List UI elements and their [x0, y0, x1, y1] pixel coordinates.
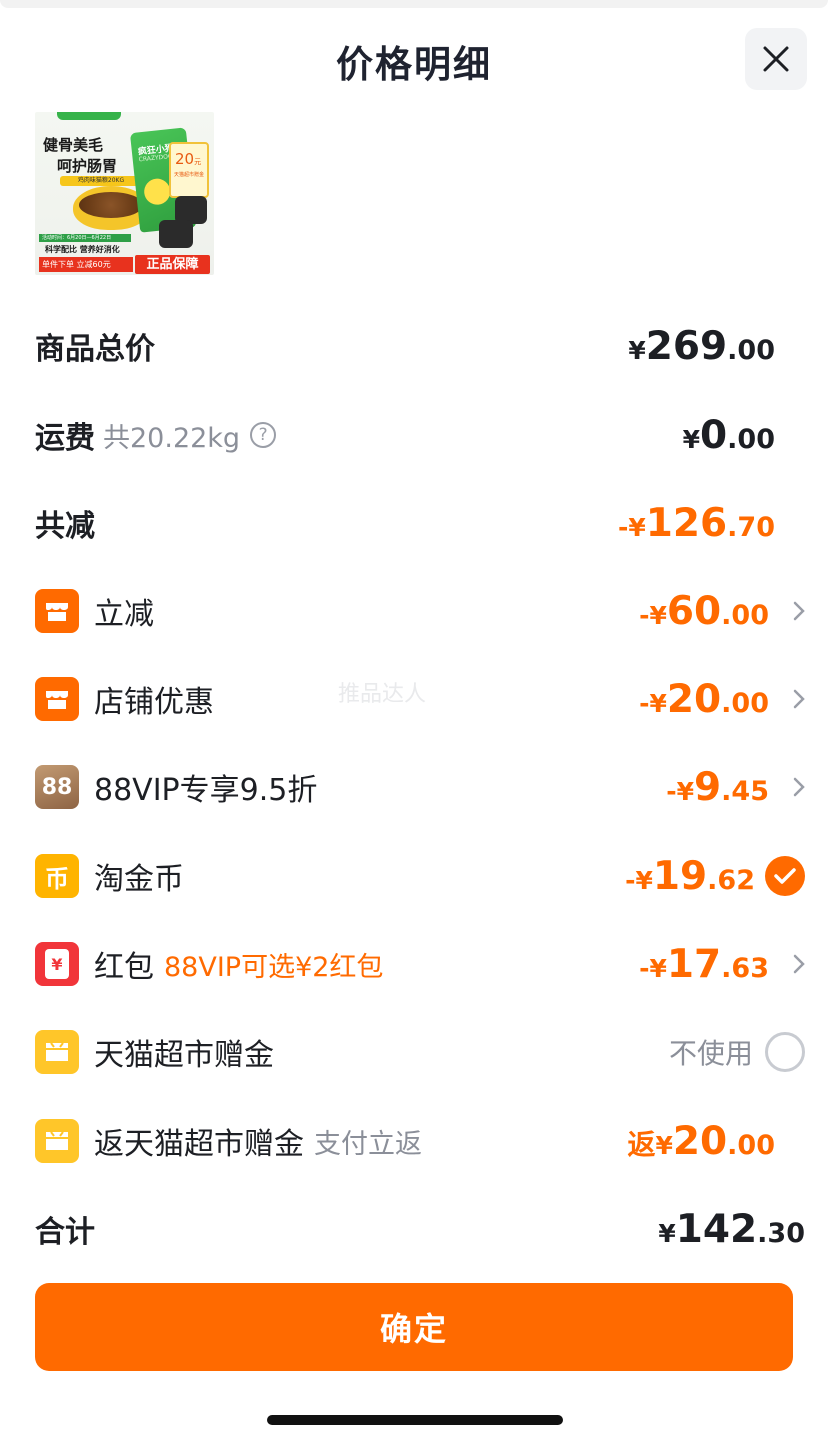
card-sub: 天猫超市赠金 — [174, 172, 205, 178]
discount-amount: - ¥20.00 — [639, 676, 769, 722]
discount-amount: - ¥17.63 — [639, 941, 769, 987]
help-icon[interactable]: ? — [250, 422, 277, 448]
total-price-label: 商品总价 — [35, 332, 155, 367]
product-image: 健骨美毛 呵护肠胃 鸡肉味猫粮20KG 疯狂小狗 CRAZYDOG 20元 天猫… — [35, 112, 214, 275]
grand-total-row: 合计 ¥142.30 — [35, 1199, 805, 1259]
chevron-right-icon — [775, 954, 805, 974]
card-number: 20 — [175, 150, 195, 168]
coin-icon: 币 — [35, 854, 79, 898]
shop-icon — [35, 677, 79, 721]
88vip-icon: 88 — [35, 765, 79, 809]
discount-label: 店铺优惠 — [94, 685, 214, 720]
tmall-cat-mascot-2 — [159, 220, 193, 248]
chevron-right-icon — [775, 689, 805, 709]
confirm-button[interactable]: 确定 — [35, 1283, 793, 1371]
kibble — [79, 192, 143, 218]
discount-label: 立减 — [94, 597, 154, 632]
total-discount-label: 共减 — [35, 509, 95, 544]
discount-label: 返天猫超市赠金 — [94, 1127, 304, 1162]
promo-text: 单件下单 立减60元 — [39, 257, 133, 272]
shipping-row: 运费 共20.22kg ? ¥0.00 — [35, 405, 805, 465]
total-price-amount: ¥269.00 — [628, 323, 775, 369]
discount-label: 红包 — [94, 950, 154, 985]
discount-row-instant[interactable]: 立减 - ¥60.00 — [35, 581, 805, 641]
image-slogan-1: 健骨美毛 — [43, 136, 104, 154]
image-subtitle: 鸡肉味猫粮20KG — [60, 176, 142, 186]
discount-row-88vip[interactable]: 88 88VIP专享9.5折 - ¥9.45 — [35, 757, 805, 817]
checkmark-icon[interactable] — [765, 856, 805, 896]
shipping-amount: ¥0.00 — [682, 412, 775, 458]
discount-label: 天猫超市赠金 — [94, 1038, 274, 1073]
discount-label: 淘金币 — [94, 862, 184, 897]
card-unit: 元 — [194, 158, 202, 166]
red-packet-hint: 88VIP可选¥2红包 — [164, 951, 384, 983]
price-detail-sheet: 价格明细 健骨美毛 呵护肠胃 鸡肉味猫粮20KG 疯狂小狗 CRAZYDOG 2… — [0, 0, 828, 1443]
tmall-gift-icon — [35, 1030, 79, 1074]
radio-button[interactable] — [765, 1032, 805, 1072]
close-icon — [763, 46, 789, 72]
discount-row-coin[interactable]: 币 淘金币 - ¥19.62 — [35, 846, 805, 906]
discount-row-red-packet[interactable]: ¥ 红包 88VIP可选¥2红包 - ¥17.63 — [35, 934, 805, 994]
shop-icon — [35, 589, 79, 633]
discount-amount: - ¥60.00 — [639, 588, 769, 634]
sheet-top-edge — [0, 0, 828, 8]
discount-amount: - ¥9.45 — [666, 764, 769, 810]
gift-card: 20元 天猫超市赠金 — [169, 142, 209, 198]
image-slogan-2: 呵护肠胃 — [57, 157, 118, 175]
discount-amount: - ¥19.62 — [625, 853, 755, 899]
grand-total-label: 合计 — [35, 1215, 95, 1250]
image-top-bar — [57, 112, 121, 120]
activity-time: 活动时间：6月20日—6月22日 — [39, 234, 131, 242]
authentic-badge: 正品保障 — [135, 255, 210, 274]
page-title: 价格明细 — [336, 43, 492, 86]
tmall-gift-row[interactable]: 天猫超市赠金 不使用 — [35, 1022, 805, 1082]
home-indicator — [267, 1415, 563, 1425]
shipping-weight: 共20.22kg — [103, 422, 241, 454]
shipping-label: 运费 — [35, 421, 95, 456]
cashback-hint: 支付立返 — [314, 1128, 422, 1160]
cashback-amount: 返 ¥20.00 — [627, 1118, 775, 1164]
bag-mascot — [142, 177, 172, 206]
grand-total-amount: ¥142.30 — [658, 1206, 805, 1252]
red-packet-icon: ¥ — [35, 942, 79, 986]
not-use-text: 不使用 — [668, 1037, 753, 1070]
chevron-right-icon — [775, 601, 805, 621]
watermark: 推品达人 — [338, 682, 427, 707]
total-discount-amount: - ¥126.70 — [617, 500, 775, 546]
total-discount-row: 共减 - ¥126.70 — [35, 493, 805, 553]
tmall-gift-icon — [35, 1119, 79, 1163]
total-price-row: 商品总价 ¥269.00 — [35, 316, 805, 376]
discount-label: 88VIP专享9.5折 — [94, 773, 318, 808]
cashback-row: 返天猫超市赠金 支付立返 返 ¥20.00 — [35, 1111, 805, 1171]
close-button[interactable] — [745, 28, 807, 90]
chevron-right-icon — [775, 777, 805, 797]
feature-text: 科学配比 营养好消化 — [45, 245, 120, 254]
